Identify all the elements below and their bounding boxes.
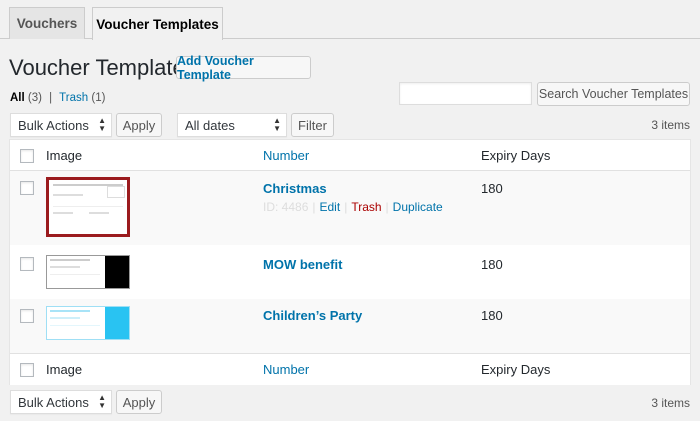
column-image: Image xyxy=(46,362,83,377)
expiry-days-value: 180 xyxy=(481,257,503,272)
add-voucher-template-button[interactable]: Add Voucher Template xyxy=(176,54,311,82)
select-arrows-icon: ▲ ▼ xyxy=(98,393,106,410)
table-footer: Image Number Expiry Days xyxy=(10,353,690,385)
select-arrows-icon: ▲ ▼ xyxy=(273,116,281,133)
bulk-actions-select-bottom[interactable]: Bulk Actions ▲ ▼ xyxy=(10,390,112,414)
voucher-thumbnail[interactable] xyxy=(46,306,130,340)
template-title-link[interactable]: MOW benefit xyxy=(263,257,342,272)
templates-table: Image Number Expiry Days Christmas 180 I… xyxy=(9,139,691,385)
expiry-days-value: 180 xyxy=(481,308,503,323)
duplicate-link[interactable]: Duplicate xyxy=(393,200,443,214)
filter-all[interactable]: All (3) xyxy=(10,92,42,104)
column-image: Image xyxy=(46,148,83,163)
row-checkbox[interactable] xyxy=(20,257,34,271)
column-expiry-days: Expiry Days xyxy=(481,148,551,163)
status-filters: All (3) | Trash (1) xyxy=(10,92,105,104)
template-id: ID: 4486 xyxy=(263,200,309,214)
filter-separator: | xyxy=(49,92,53,104)
column-number[interactable]: Number xyxy=(263,148,309,163)
template-title-link[interactable]: Children’s Party xyxy=(263,308,362,323)
search-input[interactable] xyxy=(399,82,532,105)
filter-button[interactable]: Filter xyxy=(291,113,334,137)
items-count-top: 3 items xyxy=(651,118,690,132)
edit-link[interactable]: Edit xyxy=(320,200,341,214)
table-row: Christmas 180 ID: 4486 | Edit | Trash | Duplic… xyxy=(10,171,690,245)
items-count-bottom: 3 items xyxy=(651,396,690,410)
select-arrows-icon: ▲ ▼ xyxy=(98,116,106,133)
apply-button-top[interactable]: Apply xyxy=(116,113,162,137)
row-checkbox[interactable] xyxy=(20,181,34,195)
select-all-checkbox-footer[interactable] xyxy=(20,363,34,377)
table-row: MOW benefit 180 xyxy=(10,245,690,299)
nav-tab-wrapper: Vouchers Voucher Templates xyxy=(0,0,700,40)
column-number[interactable]: Number xyxy=(263,362,309,377)
trash-link[interactable]: Trash xyxy=(351,200,381,214)
select-all-checkbox[interactable] xyxy=(20,149,34,163)
voucher-thumbnail[interactable] xyxy=(46,255,130,289)
tab-vouchers[interactable]: Vouchers xyxy=(9,7,85,39)
column-expiry-days: Expiry Days xyxy=(481,362,551,377)
filter-trash[interactable]: Trash (1) xyxy=(59,92,105,104)
voucher-thumbnail[interactable] xyxy=(46,177,130,237)
search-templates-button[interactable]: Search Voucher Templates xyxy=(537,82,690,106)
table-row: Children’s Party 180 xyxy=(10,299,690,353)
date-filter-select[interactable]: All dates ▲ ▼ xyxy=(177,113,287,137)
page-title: Voucher Templates xyxy=(9,55,196,80)
row-checkbox[interactable] xyxy=(20,309,34,323)
expiry-days-value: 180 xyxy=(481,181,503,196)
bulk-actions-select-top[interactable]: Bulk Actions ▲ ▼ xyxy=(10,113,112,137)
tab-voucher-templates[interactable]: Voucher Templates xyxy=(92,7,223,40)
template-title-link[interactable]: Christmas xyxy=(263,181,327,196)
row-actions: ID: 4486 | Edit | Trash | Duplicate xyxy=(263,200,443,214)
apply-button-bottom[interactable]: Apply xyxy=(116,390,162,414)
table-header: Image Number Expiry Days xyxy=(10,140,690,171)
